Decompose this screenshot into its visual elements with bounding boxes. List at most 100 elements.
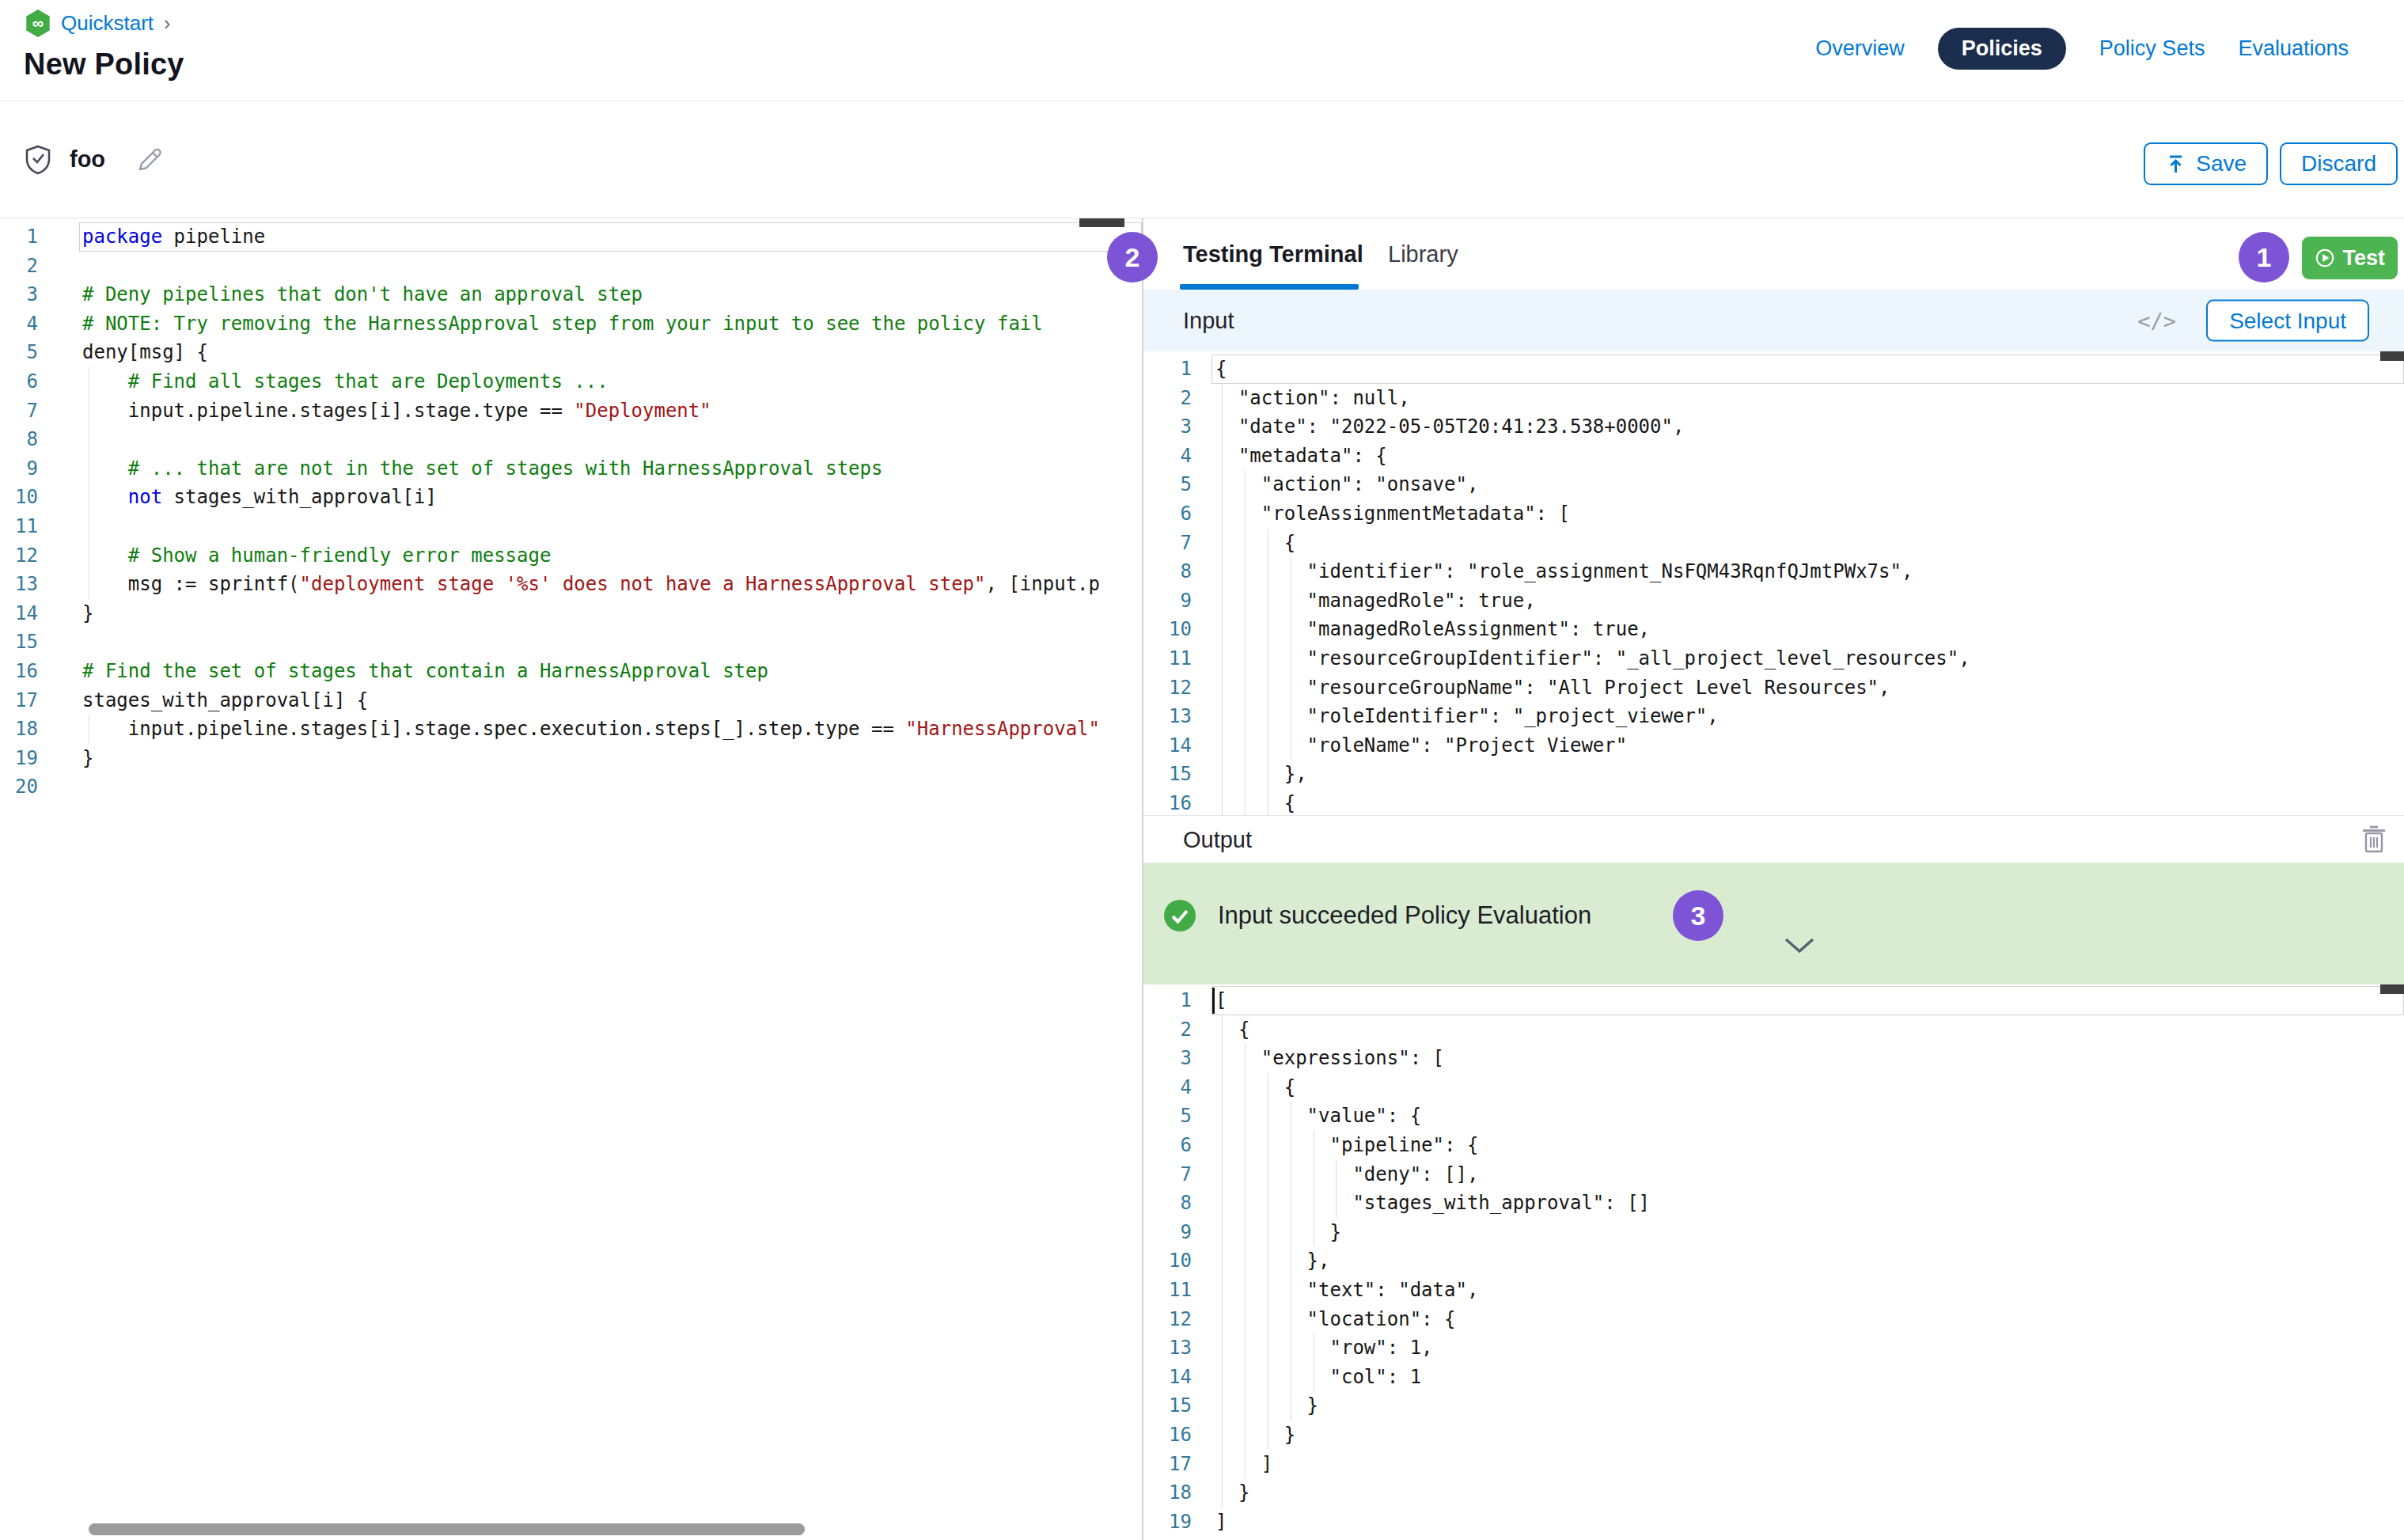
code-line: 13 "row": 1, <box>1143 1333 2404 1363</box>
code-line: 12 "resourceGroupName": "All Project Lev… <box>1143 673 2404 703</box>
code-line: 17stages_with_approval[i] { <box>0 686 1142 715</box>
code-line: 19} <box>0 744 1142 773</box>
chevron-down-icon[interactable] <box>1784 937 1815 954</box>
editor-scrollbar-thumb[interactable] <box>1079 218 1124 227</box>
code-line: 1[ <box>1143 986 2404 1015</box>
page-header: ∞ Quickstart › New Policy Overview Polic… <box>0 0 2404 101</box>
code-line: 4 "metadata": { <box>1143 442 2404 471</box>
output-label: Output <box>1183 826 1252 852</box>
policy-toolbar: foo Save Discard <box>0 101 2404 218</box>
breadcrumb: ∞ Quickstart › <box>25 9 170 37</box>
code-line: 6 # Find all stages that are Deployments… <box>0 367 1142 396</box>
code-line: 15 <box>0 628 1142 657</box>
code-line: 10 }, <box>1143 1246 2404 1276</box>
code-line: 16 { <box>1143 789 2404 815</box>
code-line: 16 } <box>1143 1421 2404 1450</box>
code-line: 9 # ... that are not in the set of stage… <box>0 454 1142 484</box>
code-line: 2 <box>0 252 1142 281</box>
code-line: 16# Find the set of stages that contain … <box>0 657 1142 686</box>
horizontal-scrollbar[interactable] <box>89 1523 805 1535</box>
code-line: 3 "expressions": [ <box>1143 1044 2404 1073</box>
code-line: 19] <box>1143 1508 2404 1537</box>
select-input-button[interactable]: Select Input <box>2206 300 2369 342</box>
editor-scrollbar-thumb[interactable] <box>2380 351 2404 361</box>
chevron-right-icon: › <box>164 12 170 35</box>
code-line: 8 "identifier": "role_assignment_NsFQM43… <box>1143 557 2404 586</box>
code-line: 5 "action": "onsave", <box>1143 470 2404 499</box>
editor-scrollbar-thumb[interactable] <box>2380 984 2404 994</box>
input-label: Input <box>1183 308 1234 334</box>
code-line: 5 "value": { <box>1143 1102 2404 1131</box>
policy-name: foo <box>70 146 105 173</box>
code-line: 3 "date": "2022-05-05T20:41:23.538+0000"… <box>1143 412 2404 442</box>
discard-button[interactable]: Discard <box>2280 142 2398 185</box>
code-line: 9 "managedRole": true, <box>1143 586 2404 616</box>
output-json-editor[interactable]: 1[2 {3 "expressions": [4 {5 "value": {6 … <box>1143 984 2404 1540</box>
code-line: 2 "action": null, <box>1143 384 2404 413</box>
code-line: 7 "deny": [], <box>1143 1160 2404 1189</box>
testing-panel: 2 Testing Terminal Library 1 Test Input … <box>1143 218 2404 1540</box>
code-line: 10 not stages_with_approval[i] <box>0 483 1142 512</box>
code-line: 8 <box>0 425 1142 454</box>
shield-check-icon <box>25 145 51 175</box>
nav-policies[interactable]: Policies <box>1938 28 2066 70</box>
main-area: 1package pipeline23# Deny pipelines that… <box>0 218 2404 1540</box>
code-line: 13 msg := sprintf("deployment stage '%s'… <box>0 570 1142 599</box>
code-line: 10 "managedRoleAssignment": true, <box>1143 615 2404 644</box>
code-line: 15 }, <box>1143 760 2404 789</box>
code-line: 4# NOTE: Try removing the HarnessApprova… <box>0 309 1142 339</box>
active-tab-underline <box>1180 284 1359 290</box>
code-line: 8 "stages_with_approval": [] <box>1143 1189 2404 1218</box>
page-title: New Policy <box>24 47 184 82</box>
code-line: 17 ] <box>1143 1450 2404 1479</box>
code-line: 7 input.pipeline.stages[i].stage.type ==… <box>0 396 1142 426</box>
nav-policy-sets[interactable]: Policy Sets <box>2099 36 2205 61</box>
code-line: 11 "resourceGroupIdentifier": "_all_proj… <box>1143 644 2404 673</box>
code-line: 14} <box>0 599 1142 628</box>
code-line: 11 <box>0 512 1142 541</box>
code-line: 18 input.pipeline.stages[i].stage.spec.e… <box>0 715 1142 744</box>
code-line: 18 } <box>1143 1478 2404 1508</box>
code-line: 12 "location": { <box>1143 1305 2404 1334</box>
terminal-tabs: 2 Testing Terminal Library 1 Test <box>1143 218 2404 290</box>
save-button[interactable]: Save <box>2144 142 2268 185</box>
code-line: 1{ <box>1143 355 2404 384</box>
annotation-badge-1: 1 <box>2239 232 2289 283</box>
evaluation-success-banner: Input succeeded Policy Evaluation 3 <box>1143 863 2404 984</box>
code-line: 6 "roleAssignmentMetadata": [ <box>1143 499 2404 529</box>
code-line: 12 # Show a human-friendly error message <box>0 541 1142 571</box>
module-nav: Overview Policies Policy Sets Evaluation… <box>1815 27 2349 70</box>
code-line: 14 "roleName": "Project Viewer" <box>1143 731 2404 761</box>
code-line: 14 "col": 1 <box>1143 1363 2404 1392</box>
trash-icon[interactable] <box>2361 825 2387 854</box>
test-button[interactable]: Test <box>2302 237 2398 279</box>
code-line: 5deny[msg] { <box>0 338 1142 367</box>
edit-pencil-icon[interactable] <box>135 146 164 174</box>
code-line: 15 } <box>1143 1391 2404 1421</box>
upload-icon <box>2165 154 2186 175</box>
play-circle-icon <box>2315 248 2335 268</box>
nav-evaluations[interactable]: Evaluations <box>2238 36 2349 61</box>
nav-overview[interactable]: Overview <box>1815 36 1905 61</box>
input-json-editor[interactable]: 1{2 "action": null,3 "date": "2022-05-05… <box>1143 351 2404 815</box>
code-line: 11 "text": "data", <box>1143 1276 2404 1305</box>
code-line: 20 <box>0 772 1142 802</box>
code-line: 2 { <box>1143 1015 2404 1045</box>
tab-testing-terminal[interactable]: Testing Terminal <box>1183 218 1363 290</box>
code-line: 4 { <box>1143 1073 2404 1102</box>
tab-library[interactable]: Library <box>1388 218 1458 290</box>
output-section-header: Output <box>1143 815 2404 863</box>
input-section-header: Input </> Select Input <box>1143 290 2404 351</box>
annotation-badge-3: 3 <box>1673 890 1723 941</box>
code-line: 7 { <box>1143 529 2404 558</box>
code-icon[interactable]: </> <box>2137 309 2176 333</box>
code-line: 6 "pipeline": { <box>1143 1131 2404 1160</box>
policy-code-editor[interactable]: 1package pipeline23# Deny pipelines that… <box>0 218 1142 1540</box>
code-line: 13 "roleIdentifier": "_project_viewer", <box>1143 702 2404 731</box>
check-circle-icon <box>1163 899 1196 932</box>
annotation-badge-2: 2 <box>1107 232 1158 283</box>
code-line: 3# Deny pipelines that don't have an app… <box>0 280 1142 309</box>
code-line: 1package pipeline <box>0 222 1142 252</box>
breadcrumb-project-link[interactable]: Quickstart <box>61 11 154 36</box>
harness-logo-icon: ∞ <box>25 9 51 37</box>
